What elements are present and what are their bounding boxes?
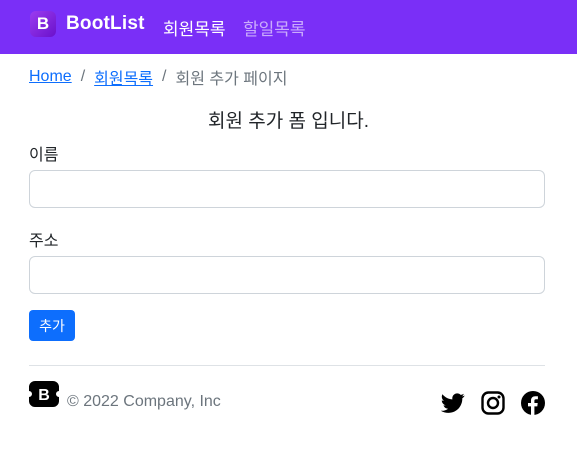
facebook-icon[interactable] <box>521 391 545 415</box>
breadcrumb-current: 회원 추가 페이지 <box>175 71 288 88</box>
add-button[interactable]: 추가 <box>29 310 75 341</box>
name-label: 이름 <box>29 147 59 164</box>
bootstrap-logo-icon[interactable]: B <box>29 381 59 407</box>
footer-divider <box>29 365 545 366</box>
nav-link-members[interactable]: 회원목록 <box>163 15 226 40</box>
address-label: 주소 <box>29 233 59 250</box>
nav-link-todos[interactable]: 할일목록 <box>243 15 306 40</box>
instagram-icon[interactable] <box>481 391 505 415</box>
breadcrumb-members-link[interactable]: 회원목록 <box>94 65 153 89</box>
brand-name: BootList <box>66 13 145 34</box>
brand-link[interactable]: B BootList <box>30 11 145 37</box>
form-title: 회원 추가 폼 입니다. <box>208 111 369 132</box>
top-navbar: B BootList 회원목록 할일목록 <box>0 0 577 54</box>
twitter-icon[interactable] <box>441 391 465 415</box>
breadcrumb-separator: / <box>162 68 167 85</box>
bootstrap-logo-icon: B <box>30 11 56 37</box>
name-input[interactable] <box>29 170 545 208</box>
copyright-text: © 2022 Company, Inc <box>67 393 221 410</box>
footer-logo-letter: B <box>38 387 50 404</box>
address-input[interactable] <box>29 256 545 294</box>
breadcrumb: Home / 회원목록 / 회원 추가 페이지 <box>29 65 287 89</box>
breadcrumb-separator: / <box>80 68 86 85</box>
breadcrumb-home-link[interactable]: Home <box>29 68 72 86</box>
